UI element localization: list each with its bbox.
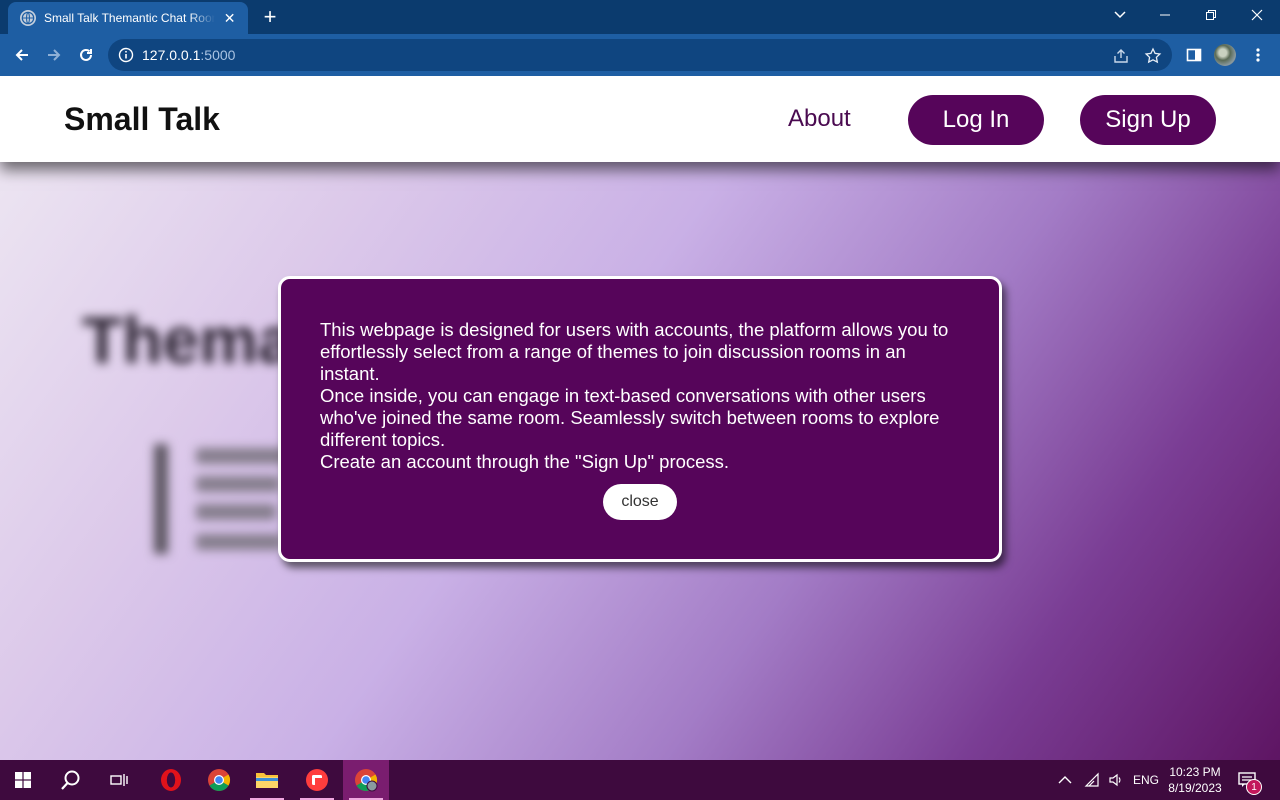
clock-date: 8/19/2023 (1168, 781, 1222, 795)
system-clock[interactable]: 10:23 PM 8/19/2023 (1166, 764, 1224, 796)
blurred-text-line (196, 448, 286, 464)
modal-paragraph: Once inside, you can engage in text-base… (320, 385, 940, 450)
taskbar: ENG 10:23 PM 8/19/2023 1 (0, 760, 1280, 800)
site-brand[interactable]: Small Talk (64, 101, 220, 138)
restore-icon[interactable] (1188, 0, 1234, 30)
browser-tab[interactable]: Small Talk Themantic Chat Rooms ✕ (8, 2, 248, 34)
opera-browser-icon[interactable] (148, 760, 194, 800)
task-view-icon[interactable] (96, 760, 142, 800)
volume-icon[interactable] (1108, 760, 1124, 800)
more-menu-icon[interactable] (1248, 45, 1268, 65)
share-icon[interactable] (1112, 47, 1130, 65)
minimize-icon[interactable] (1142, 0, 1188, 30)
page-viewport: Small Talk About Log In Sign Up Thema Th… (0, 76, 1280, 760)
browser-toolbar: 127.0.0.1:5000 (0, 34, 1280, 76)
profile-avatar[interactable] (1214, 44, 1236, 66)
nav-about-link[interactable]: About (788, 105, 851, 133)
windows-start-icon[interactable] (0, 760, 46, 800)
window-controls (1142, 0, 1280, 34)
blurred-heading: Thema (82, 303, 295, 377)
blurred-text-line (196, 504, 276, 520)
show-hidden-icons[interactable] (1058, 760, 1072, 800)
modal-paragraph: This webpage is designed for users with … (320, 319, 949, 384)
url-text: 127.0.0.1:5000 (142, 47, 235, 63)
notification-count-badge: 1 (1246, 779, 1262, 795)
tab-title: Small Talk Themantic Chat Rooms (44, 11, 216, 25)
address-bar[interactable]: 127.0.0.1:5000 (108, 39, 1172, 71)
bookmark-star-icon[interactable] (1144, 47, 1162, 65)
wifi-icon[interactable] (1084, 760, 1100, 800)
modal-body: This webpage is designed for users with … (320, 319, 970, 473)
blurred-quote-bar (154, 444, 168, 554)
url-host: 127.0.0.1 (142, 47, 201, 63)
url-port: :5000 (200, 47, 236, 63)
chrome-active-icon[interactable] (343, 760, 389, 800)
info-modal: This webpage is designed for users with … (278, 276, 1002, 562)
blurred-text-line (196, 476, 280, 492)
language-indicator[interactable]: ENG (1133, 760, 1159, 800)
site-info-icon[interactable] (118, 47, 134, 63)
browser-tabstrip: Small Talk Themantic Chat Rooms ✕ + (0, 0, 1280, 34)
tab-search-icon[interactable] (1108, 4, 1132, 26)
modal-paragraph: Create an account through the "Sign Up" … (320, 451, 730, 472)
login-button[interactable]: Log In (908, 95, 1044, 145)
forward-arrow-icon[interactable] (42, 43, 66, 67)
modal-close-button[interactable]: close (603, 484, 677, 520)
file-explorer-icon[interactable] (244, 760, 290, 800)
red-app-icon[interactable] (294, 760, 340, 800)
side-panel-icon[interactable] (1184, 45, 1204, 65)
site-header: Small Talk About Log In Sign Up (0, 76, 1280, 162)
chrome-icon[interactable] (196, 760, 242, 800)
globe-icon (20, 10, 36, 26)
blurred-text-line (196, 534, 282, 550)
clock-time: 10:23 PM (1169, 765, 1221, 779)
tab-close-icon[interactable]: ✕ (221, 9, 238, 27)
new-tab-button[interactable]: + (258, 6, 282, 30)
signup-button[interactable]: Sign Up (1080, 95, 1216, 145)
reload-icon[interactable] (74, 43, 98, 67)
search-icon[interactable] (48, 760, 94, 800)
close-window-icon[interactable] (1234, 0, 1280, 30)
back-arrow-icon[interactable] (10, 43, 34, 67)
